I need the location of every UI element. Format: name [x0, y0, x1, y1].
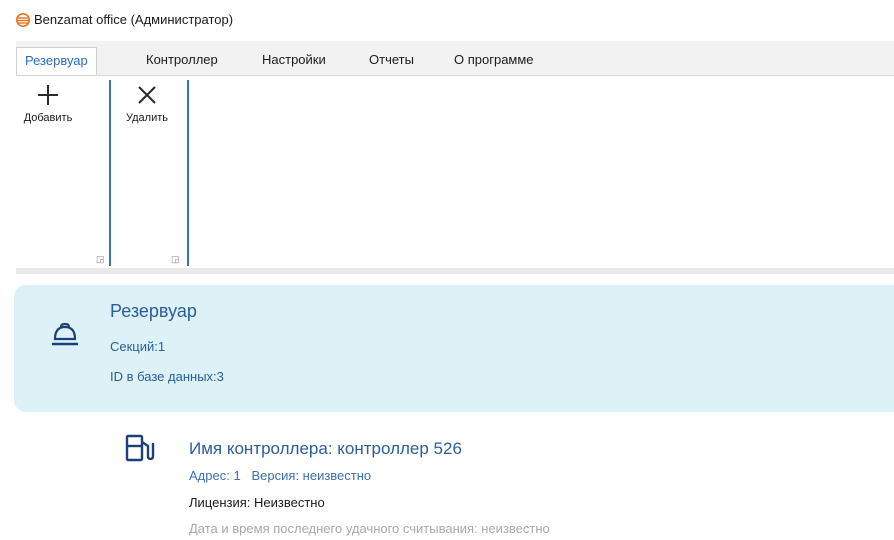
- controller-last-read: Дата и время последнего удачного считыва…: [189, 521, 550, 536]
- tab-reports[interactable]: Отчеты: [361, 47, 422, 75]
- ribbon-tab-strip: Резервуар Контроллер Настройки Отчеты О …: [16, 41, 894, 77]
- add-button[interactable]: Добавить: [21, 82, 75, 152]
- tab-settings[interactable]: Настройки: [254, 47, 334, 75]
- ribbon-group-separator: [187, 80, 189, 266]
- ribbon-bottom-border: [16, 268, 894, 274]
- tab-controller[interactable]: Контроллер: [138, 47, 226, 75]
- controller-name[interactable]: Имя контроллера: контроллер 526: [189, 439, 462, 459]
- dialog-launcher-icon[interactable]: ◲: [171, 254, 180, 265]
- dialog-launcher-icon[interactable]: ◲: [96, 254, 105, 265]
- plus-icon: [38, 85, 58, 105]
- tank-title: Резервуар: [110, 301, 197, 321]
- title-bar: Benzamat office (Администратор): [0, 0, 894, 40]
- close-icon: [138, 86, 156, 104]
- app-logo-icon: [16, 13, 30, 27]
- tab-tank[interactable]: Резервуар: [16, 47, 97, 77]
- tank-database-id: ID в базе данных:3: [110, 369, 224, 384]
- tank-sections-count: Секций:1: [110, 339, 166, 354]
- add-button-label: Добавить: [23, 112, 73, 124]
- controller-license: Лицензия: Неизвестно: [189, 495, 325, 510]
- window-title: Benzamat office (Администратор): [34, 12, 234, 27]
- tank-card[interactable]: Резервуар Секций:1 ID в базе данных:3: [14, 285, 894, 412]
- tank-icon: [52, 322, 78, 346]
- ribbon-panel: Добавить ◲ Удалить ◲: [16, 75, 894, 269]
- fuel-pump-icon: [125, 434, 155, 462]
- delete-button[interactable]: Удалить: [120, 82, 174, 152]
- delete-button-label: Удалить: [126, 112, 168, 124]
- tab-about[interactable]: О программе: [446, 47, 542, 75]
- ribbon-group-separator: [109, 80, 111, 266]
- controller-address-version: Адрес: 1 Версия: неизвестно: [189, 468, 372, 483]
